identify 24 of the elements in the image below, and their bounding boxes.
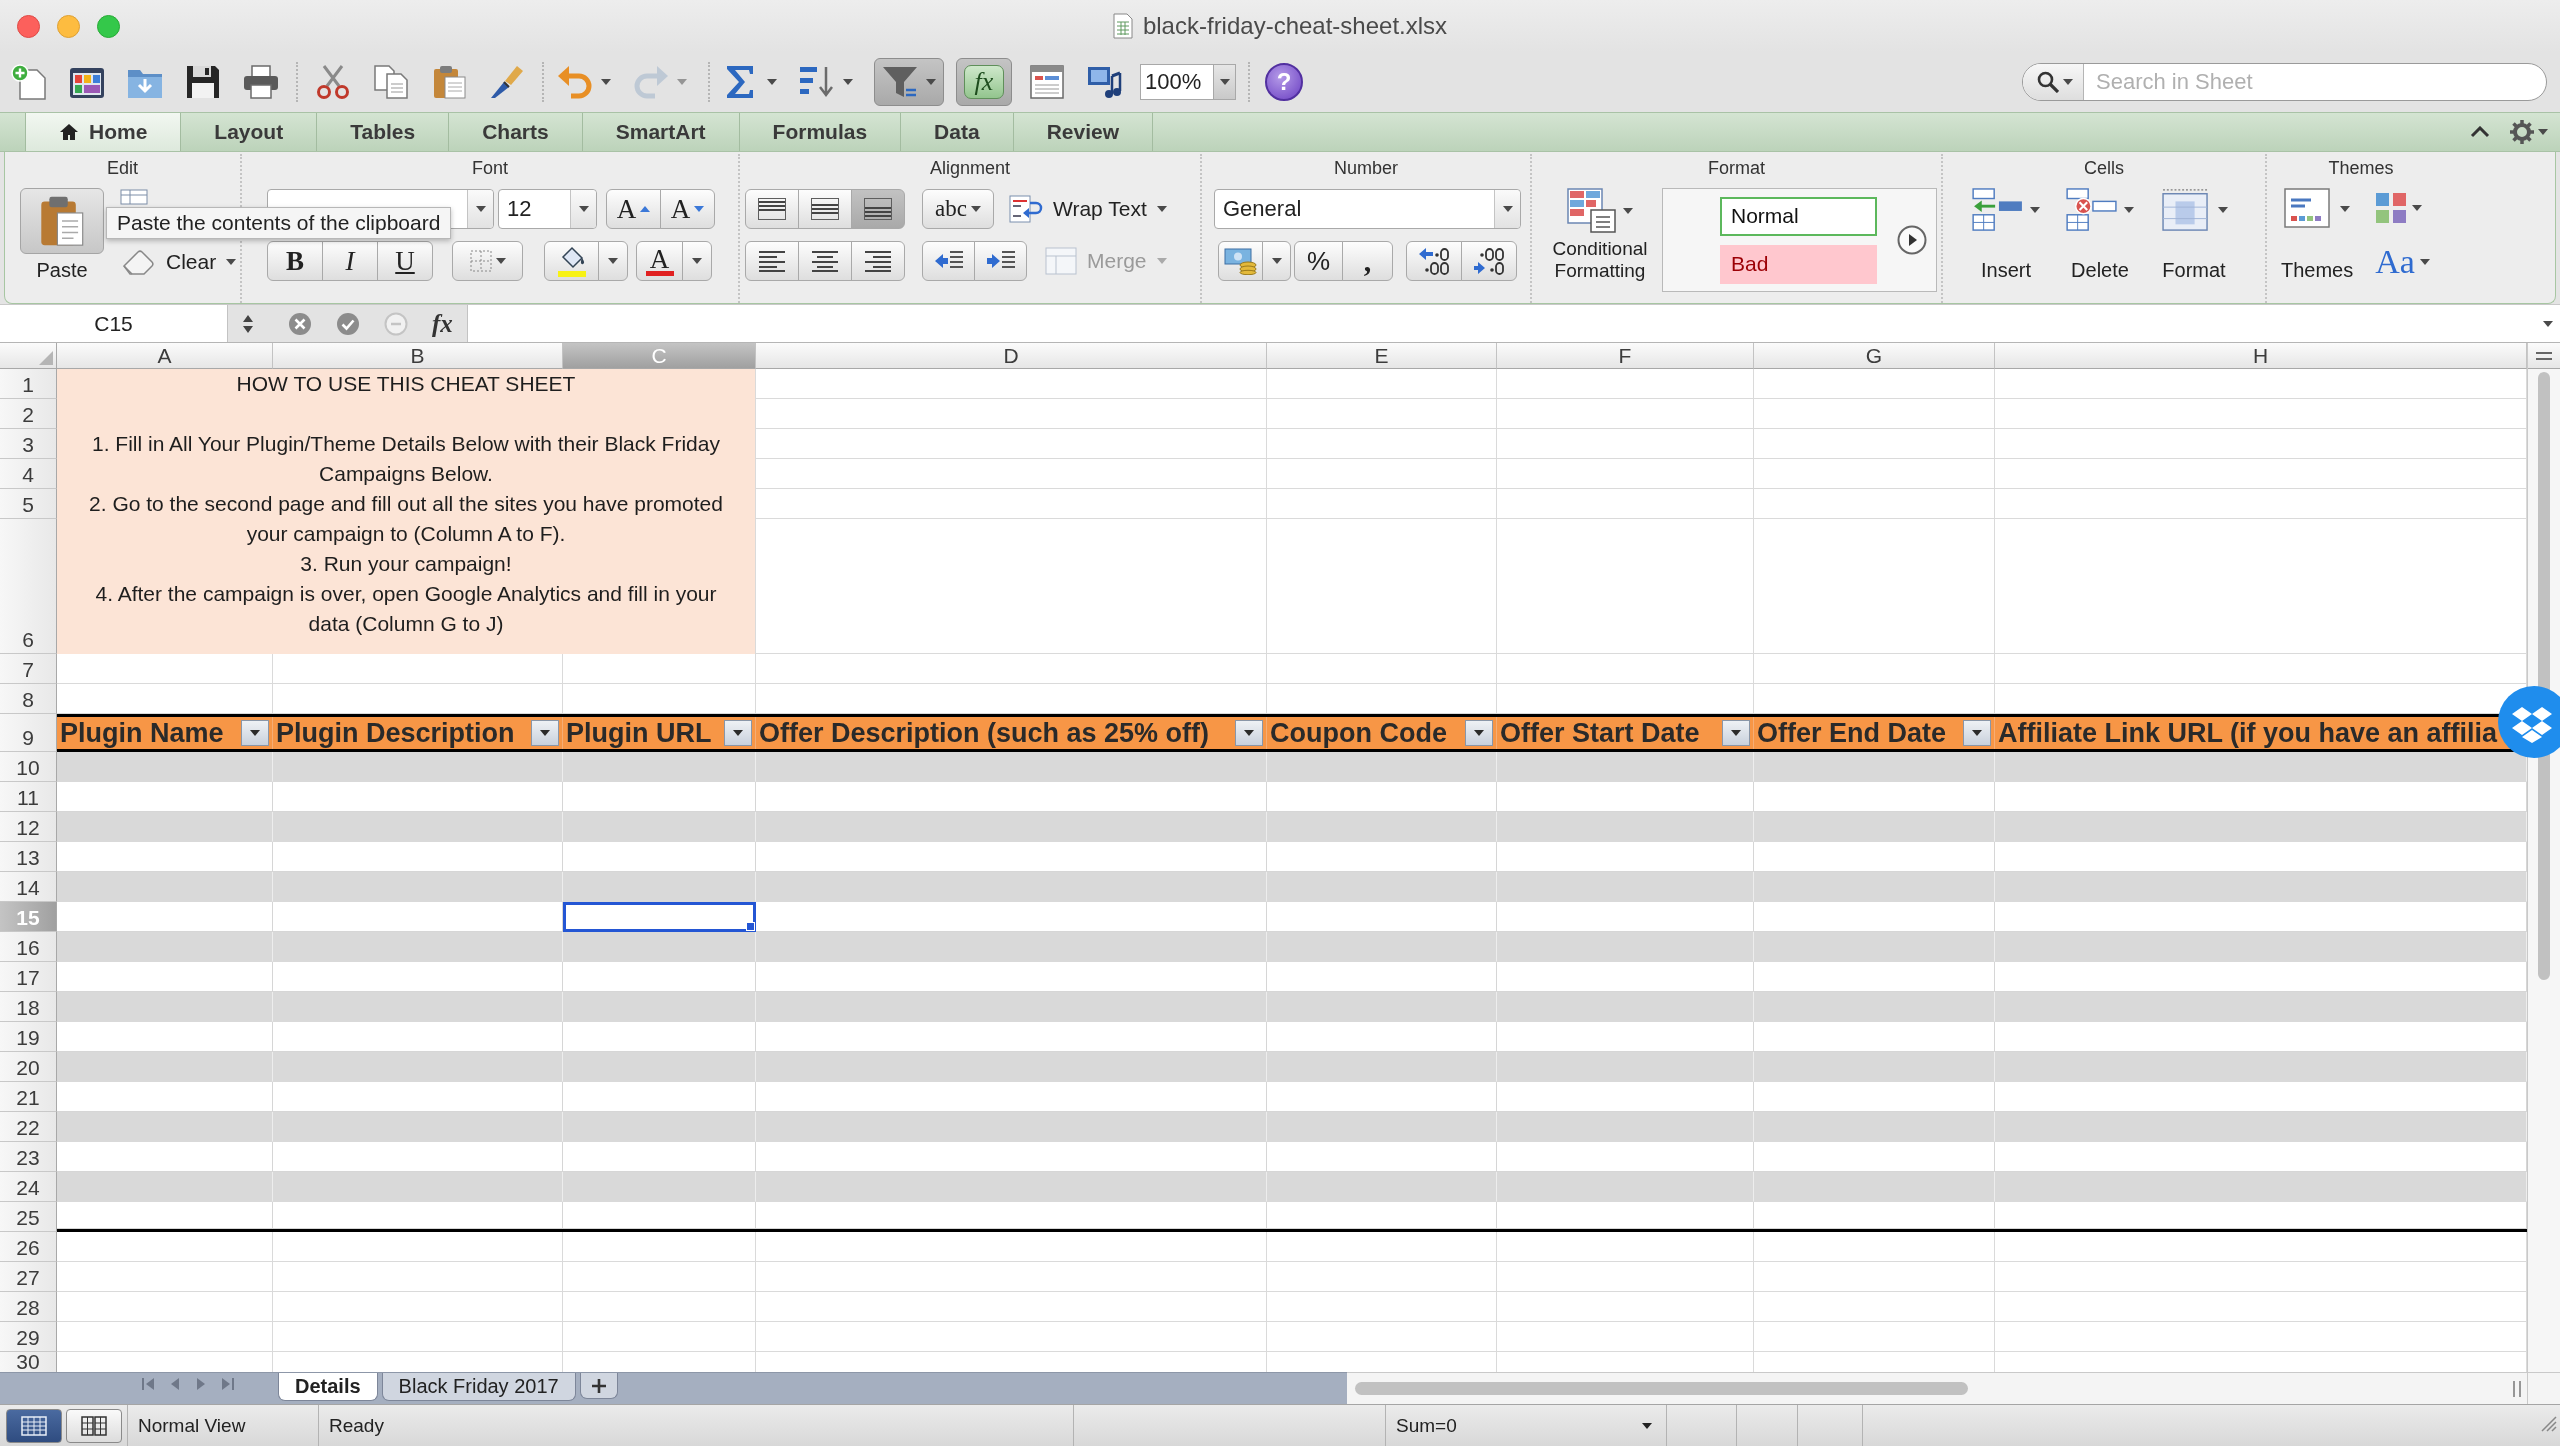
status-text: Ready [329, 1414, 384, 1437]
column-title: Plugin Name [60, 718, 224, 748]
column-title: Offer Start Date [1500, 718, 1700, 748]
group-title: Number [1334, 157, 1398, 179]
instruction-step: 2. Go to the second page and fill out all the sites you have promoted your campaign to (Column A to F). [75, 489, 737, 549]
instruction-step: 3. Run your campaign! [300, 549, 512, 579]
column-title: Offer End Date [1757, 718, 1947, 748]
group-title: Themes [2328, 157, 2394, 179]
column-title: Offer Description (such as 25% off) [759, 718, 1210, 748]
column-title: Affiliate Link URL (if you have an affilia [1998, 718, 2498, 748]
column-title: Plugin URL [566, 718, 712, 748]
group-title: Cells [2084, 157, 2124, 179]
group-title: Font [472, 157, 508, 179]
window-title: black-friday-cheat-sheet.xlsx [1142, 12, 1448, 40]
group-title: Edit [107, 157, 138, 179]
column-title: Plugin Description [276, 718, 515, 748]
view-name-label: Normal View [138, 1414, 246, 1437]
instruction-step: 1. Fill in All Your Plugin/Theme Details Below with their Black Friday Campaigns Below. [75, 429, 737, 489]
tooltip: Paste the contents of the clipboard [106, 207, 452, 239]
instruction-step: 4. After the campaign is over, open Google Analytics and fill in your data (Column G to J) [75, 579, 737, 639]
column-title: Coupon Code [1270, 718, 1447, 748]
group-title: Format [1708, 157, 1765, 179]
instructions-title: HOW TO USE THIS CHEAT SHEET [236, 371, 576, 397]
group-title: Alignment [929, 157, 1010, 179]
